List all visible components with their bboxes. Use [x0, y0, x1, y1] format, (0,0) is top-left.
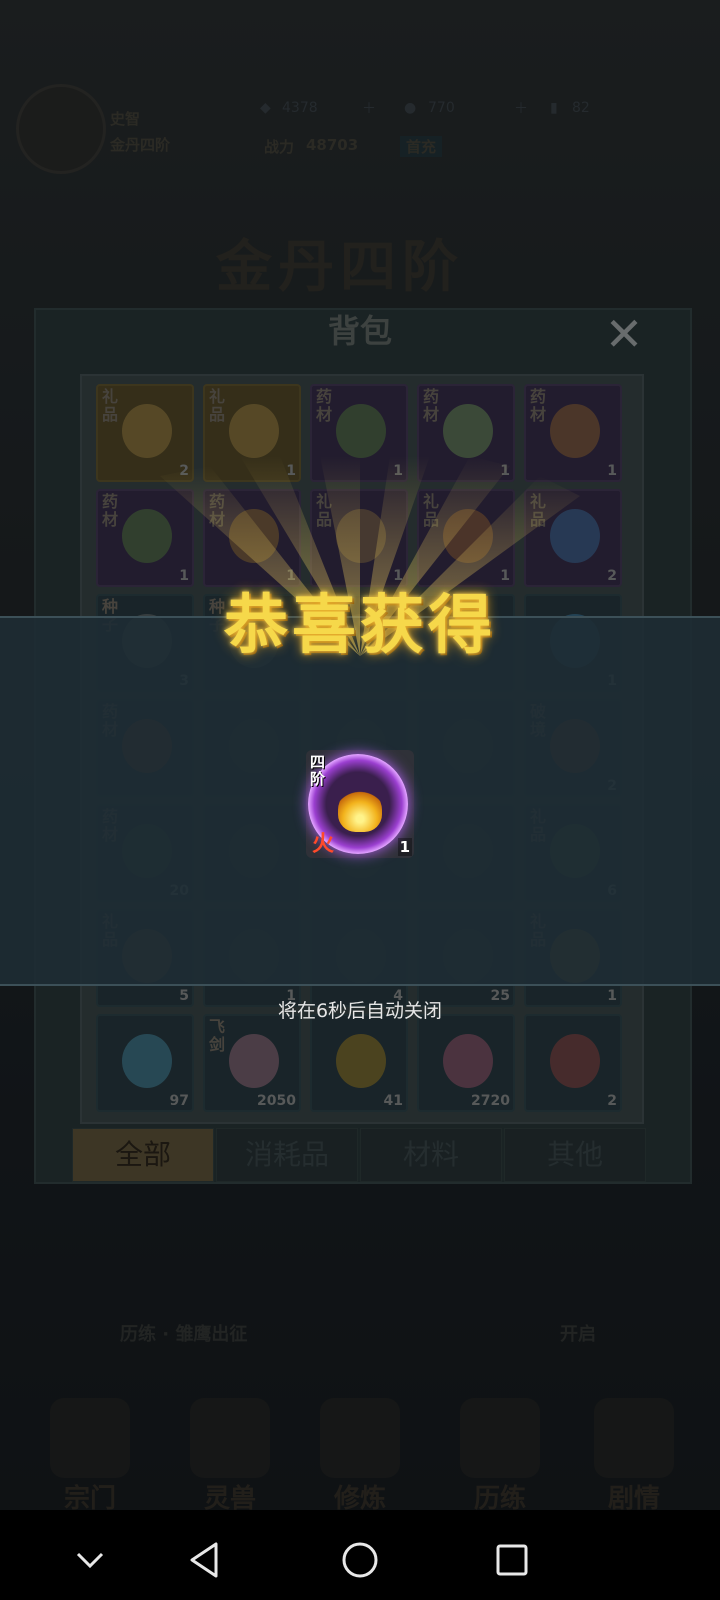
- reward-item[interactable]: 四阶 火 1: [306, 750, 414, 858]
- reward-tier: 四阶: [310, 753, 326, 788]
- reward-element: 火: [312, 831, 335, 857]
- fire-icon: [338, 788, 382, 832]
- reward-count: 1: [397, 838, 412, 856]
- collapse-chevron-icon[interactable]: [60, 1530, 120, 1590]
- back-icon[interactable]: [176, 1530, 236, 1590]
- congrats-title: 恭喜获得: [224, 588, 496, 663]
- system-nav-bar: [0, 1510, 720, 1600]
- recents-icon[interactable]: [482, 1530, 542, 1590]
- home-icon[interactable]: [330, 1530, 390, 1590]
- auto-close-text: 将在6秒后自动关闭: [277, 1000, 443, 1022]
